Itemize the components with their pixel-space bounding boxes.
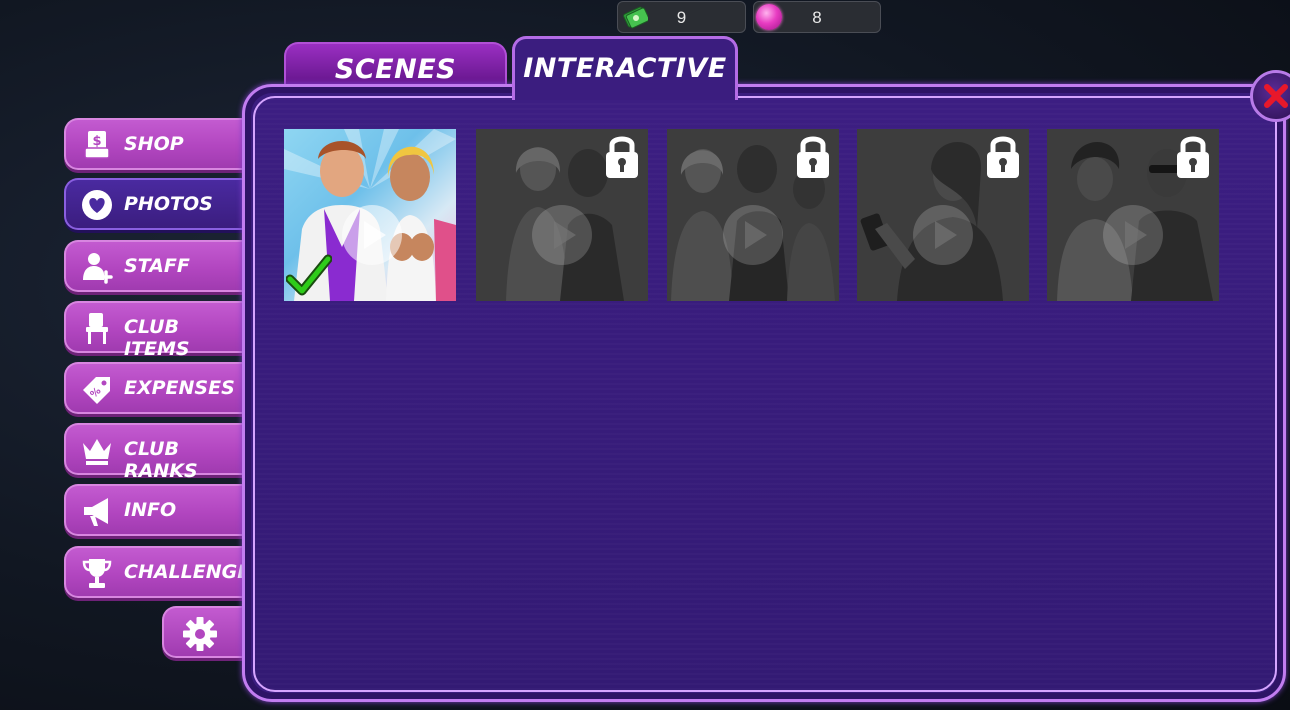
play-icon: [532, 205, 592, 265]
close-icon: [1264, 84, 1288, 108]
sidebar-item-info[interactable]: INFO: [64, 484, 248, 536]
settings-button[interactable]: [162, 606, 248, 658]
play-icon: [913, 205, 973, 265]
add-person-icon: [83, 253, 113, 284]
price-tag-icon: %: [83, 377, 110, 404]
video-card[interactable]: [284, 129, 456, 301]
play-icon: [723, 205, 783, 265]
tab-interactive-label: INTERACTIVE: [523, 53, 727, 84]
sidebar-item-label: SHOP: [124, 133, 184, 155]
sidebar-item-photos[interactable]: PHOTOS: [64, 178, 248, 230]
checkmark-icon: [286, 254, 332, 296]
sidebar-item-label: EXPENSES: [124, 377, 235, 399]
tab-interactive[interactable]: INTERACTIVE: [512, 36, 738, 100]
lock-icon: [797, 136, 829, 178]
video-card-locked[interactable]: [667, 129, 839, 301]
chair-icon: [86, 313, 108, 344]
sidebar-item-staff[interactable]: STAFF: [64, 240, 248, 292]
sidebar-item-club-ranks[interactable]: CLUB RANKS: [64, 423, 248, 482]
lock-icon: [1177, 136, 1209, 178]
sidebar-item-challenges[interactable]: CHALLENGES: [64, 546, 264, 598]
sidebar-item-club-items[interactable]: CLUB ITEMS: [64, 301, 248, 360]
gem-value: 8: [812, 8, 822, 27]
video-card-locked[interactable]: [857, 129, 1029, 301]
cash-counter: 9: [617, 1, 746, 33]
crown-icon: [83, 439, 111, 465]
gear-icon: [183, 617, 217, 651]
gem-counter: 8: [753, 1, 881, 33]
sidebar-item-label: INFO: [124, 499, 177, 521]
sidebar-item-label: CLUB ITEMS: [124, 316, 190, 360]
sidebar-item-shop[interactable]: $ SHOP: [64, 118, 248, 170]
shop-receipt-icon: $: [84, 131, 110, 159]
tab-scenes-label: SCENES: [334, 54, 457, 85]
play-icon: [342, 205, 402, 265]
video-card-locked[interactable]: [476, 129, 648, 301]
svg-text:$: $: [92, 134, 101, 149]
play-icon: [1103, 205, 1163, 265]
trophy-icon: [82, 559, 112, 588]
sidebar-item-expenses[interactable]: % EXPENSES: [64, 362, 248, 414]
cash-value: 9: [676, 8, 687, 27]
lock-icon: [606, 136, 638, 178]
sidebar-item-label: PHOTOS: [124, 193, 213, 215]
heart-icon: [82, 190, 112, 220]
megaphone-icon: [84, 498, 108, 526]
sidebar-item-label: CLUB RANKS: [124, 438, 198, 482]
sidebar-item-label: STAFF: [124, 255, 190, 277]
video-card-locked[interactable]: [1047, 129, 1219, 301]
lock-icon: [987, 136, 1019, 178]
